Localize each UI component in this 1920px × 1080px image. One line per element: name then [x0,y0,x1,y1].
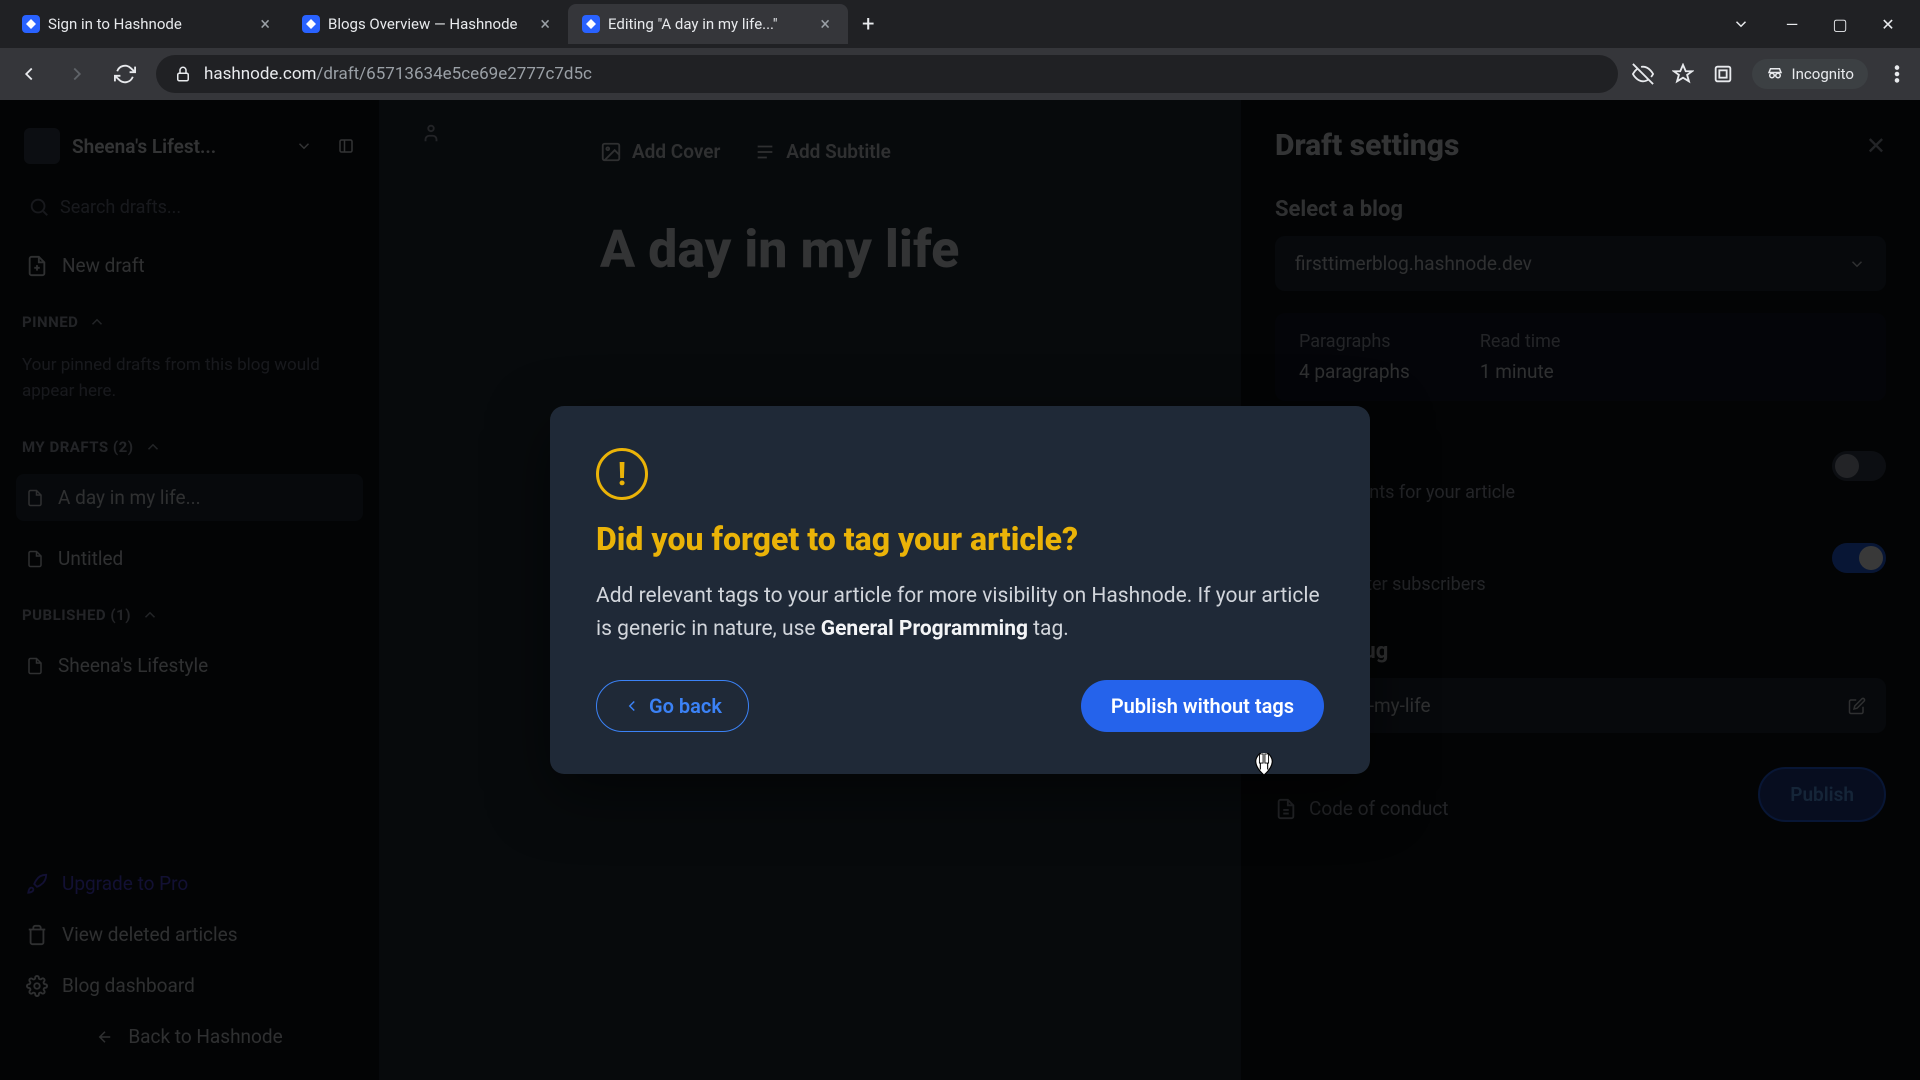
incognito-badge[interactable]: Incognito [1752,59,1868,89]
url-path: /draft/65713634e5ce69e2777c7d5c [316,64,592,84]
address-bar[interactable]: hashnode.com/draft/65713634e5ce69e2777c7… [156,55,1618,93]
reload-button[interactable] [108,57,142,91]
star-icon[interactable] [1672,63,1694,85]
close-icon[interactable]: × [536,14,554,35]
tab-title: Sign in to Hashnode [48,15,248,33]
browser-tab-active[interactable]: Editing "A day in my life..." × [568,4,848,44]
hashnode-icon [582,15,600,33]
chevron-left-icon [623,697,641,715]
browser-tab-strip: Sign in to Hashnode × Blogs Overview — H… [0,0,1920,48]
hashnode-icon [22,15,40,33]
maximize-icon[interactable]: ▢ [1828,15,1852,34]
browser-tab[interactable]: Sign in to Hashnode × [8,4,288,44]
go-back-button[interactable]: Go back [596,680,749,732]
tab-title: Editing "A day in my life..." [608,15,808,33]
modal-overlay: ! Did you forget to tag your article? Ad… [0,100,1920,1080]
modal-title: Did you forget to tag your article? [596,520,1324,558]
modal-body: Add relevant tags to your article for mo… [596,580,1324,645]
incognito-icon [1766,65,1784,83]
window-close-icon[interactable]: ✕ [1876,15,1900,34]
minimize-icon[interactable]: — [1780,15,1804,34]
hashnode-icon [302,15,320,33]
chevron-down-icon[interactable] [1732,15,1756,33]
url-host: hashnode.com [204,64,316,84]
close-icon[interactable]: × [816,14,834,35]
lock-icon [174,65,192,83]
close-icon[interactable]: × [256,14,274,35]
tag-reminder-modal: ! Did you forget to tag your article? Ad… [550,406,1370,773]
install-icon[interactable] [1712,63,1734,85]
menu-icon[interactable] [1886,63,1908,85]
new-tab-button[interactable]: + [848,12,888,37]
warning-icon: ! [596,448,648,500]
browser-toolbar: hashnode.com/draft/65713634e5ce69e2777c7… [0,48,1920,100]
forward-button[interactable] [60,57,94,91]
back-button[interactable] [12,57,46,91]
browser-tab[interactable]: Blogs Overview — Hashnode × [288,4,568,44]
tab-title: Blogs Overview — Hashnode [328,15,528,33]
publish-without-tags-button[interactable]: Publish without tags [1081,680,1324,732]
eye-off-icon[interactable] [1632,63,1654,85]
